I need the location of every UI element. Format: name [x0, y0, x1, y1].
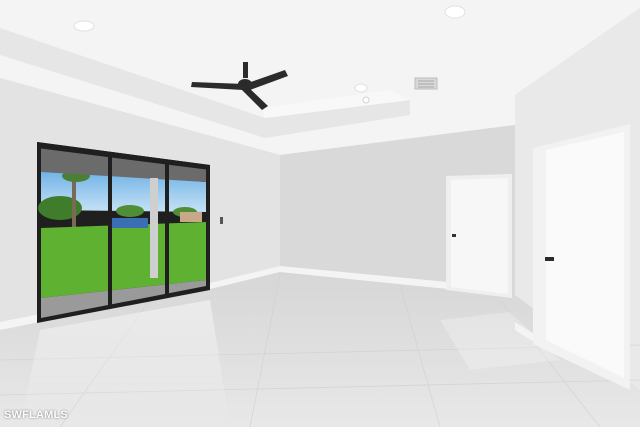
smoke-detector	[362, 96, 370, 104]
interior-door-back	[446, 174, 512, 298]
wall-switch	[220, 217, 223, 224]
room-photo: SWFLAMLS	[0, 0, 640, 427]
recessed-light	[354, 83, 368, 93]
recessed-light	[444, 5, 466, 19]
interior-door-right	[533, 124, 630, 390]
recessed-light	[73, 20, 95, 32]
room-scene	[0, 0, 640, 427]
watermark: SWFLAMLS	[4, 409, 68, 421]
